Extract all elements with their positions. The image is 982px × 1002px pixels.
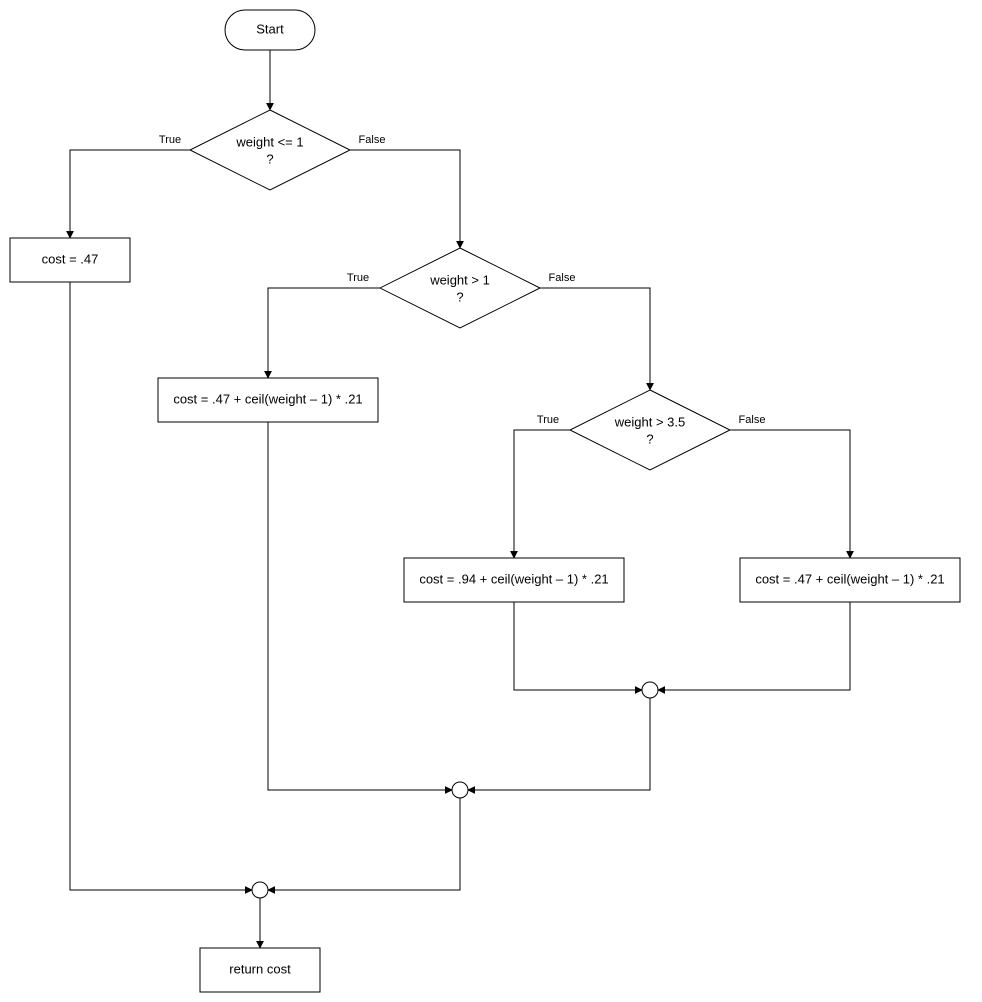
process2-label: cost = .47 + ceil(weight – 1) * .21 — [173, 391, 362, 406]
edge-d3-true — [514, 430, 570, 558]
process-cost-47-ceil: cost = .47 + ceil(weight – 1) * .21 — [158, 378, 378, 422]
decision2-line1: weight > 1 — [429, 272, 490, 287]
decision1-line2: ? — [266, 151, 273, 166]
decision-weight-le-1: weight <= 1 ? — [190, 110, 350, 190]
decision3-line1: weight > 3.5 — [614, 414, 685, 429]
start-node: Start — [225, 10, 315, 50]
decision2-line2: ? — [456, 289, 463, 304]
return-label: return cost — [229, 961, 291, 976]
edge-p4-m1 — [658, 602, 850, 690]
edge-d2-false-label: False — [549, 272, 576, 284]
process4-label: cost = .47 + ceil(weight – 1) * .21 — [755, 571, 944, 586]
flowchart-canvas: Start weight <= 1 ? True cost = .47 Fals… — [0, 0, 982, 1002]
edge-p2-m2 — [268, 422, 452, 790]
process1-label: cost = .47 — [42, 251, 99, 266]
edge-d1-false-label: False — [359, 134, 386, 146]
edge-d1-false — [350, 150, 460, 248]
edge-p3-m1 — [514, 602, 642, 690]
process-cost-94-ceil: cost = .94 + ceil(weight – 1) * .21 — [404, 558, 624, 602]
edge-d1-true — [70, 150, 190, 238]
process-cost-47: cost = .47 — [10, 238, 130, 282]
decision-weight-gt-1: weight > 1 ? — [380, 248, 540, 328]
edge-d2-false — [540, 288, 650, 390]
edge-p1-m3 — [70, 282, 252, 890]
process-cost-47-ceil-2: cost = .47 + ceil(weight – 1) * .21 — [740, 558, 960, 602]
merge-connector-2 — [452, 782, 468, 798]
edge-d3-true-label: True — [537, 414, 559, 426]
edge-d3-false-label: False — [739, 414, 766, 426]
decision3-line2: ? — [646, 431, 653, 446]
edge-d1-true-label: True — [159, 134, 181, 146]
edge-d2-true-label: True — [347, 272, 369, 284]
edge-d3-false — [730, 430, 850, 558]
start-label: Start — [256, 21, 284, 36]
decision1-line1: weight <= 1 — [235, 134, 303, 149]
edge-m2-m3 — [268, 798, 460, 890]
process3-label: cost = .94 + ceil(weight – 1) * .21 — [419, 571, 608, 586]
edge-m1-m2 — [468, 698, 650, 790]
merge-connector-3 — [252, 882, 268, 898]
return-node: return cost — [200, 948, 320, 992]
decision-weight-gt-35: weight > 3.5 ? — [570, 390, 730, 470]
merge-connector-1 — [642, 682, 658, 698]
edge-d2-true — [268, 288, 380, 378]
